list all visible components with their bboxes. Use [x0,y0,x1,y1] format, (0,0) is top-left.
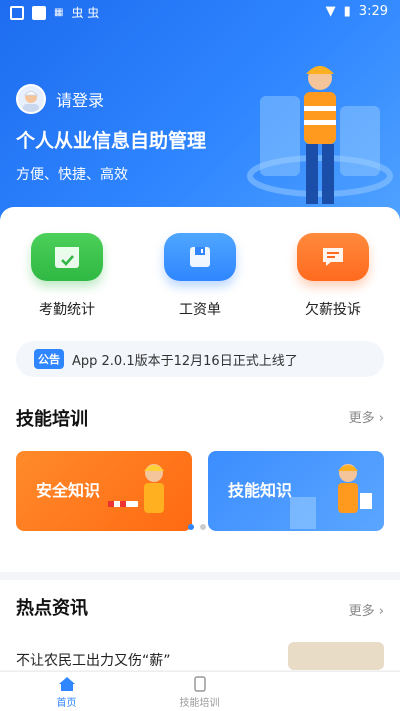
tab-skills-training[interactable]: 技能培训 [133,672,266,711]
login-label: 请登录 [56,91,105,110]
page-title: 个人从业信息自助管理 [16,130,207,152]
wage-complaint-label: 欠薪投诉 [305,302,361,318]
news-title: 热点资讯 [16,598,88,619]
tab-skills-label: 技能培训 [179,698,220,709]
complaint-icon [297,233,369,281]
page-subtitle: 方便、快捷、高效 [16,167,128,183]
skills-more-label: 更多 [348,411,375,426]
news-more-link[interactable]: 更多 › [349,600,384,619]
announcement-text: App 2.0.1版本于12月16日正式上线了 [72,353,298,369]
news-section: 热点资讯 更多 › 不让农民工出力又伤“薪” [0,580,400,670]
skills-title: 技能培训 [16,409,88,430]
announcement-bar[interactable]: 公告 App 2.0.1版本于12月16日正式上线了 [16,341,384,377]
login-entry[interactable]: 请登录 [16,84,104,114]
carousel-dots [188,524,206,530]
tab-home-label: 首页 [56,698,77,709]
payslip-button[interactable]: 工资单 [140,233,260,319]
safety-knowledge-banner[interactable]: 安全知识 [16,451,192,531]
hero-banner: ▦ 虫 虫 ▼ ▮ 3:29 请登录 个人从业信息自助管理 方便、快捷、高效 [0,0,400,240]
wallet-icon [164,233,236,281]
skills-more-link[interactable]: 更多 › [349,407,384,426]
carousel-dot[interactable] [200,524,206,530]
tab-home[interactable]: 首页 [0,672,133,711]
attendance-label: 考勤统计 [39,302,95,318]
bottom-tab-bar: 首页 技能培训 [0,671,400,711]
worker-illustration [247,66,393,204]
notification-icon [10,5,24,20]
avatar [16,84,46,114]
notification-icon [32,5,46,20]
battery-icon: ▮ [343,4,351,19]
chevron-right-icon: › [378,604,384,619]
quick-actions-card: 考勤统计 工资单 欠薪投诉 公告 App 2.0.1版本于12月16日正式上线了 [0,207,400,391]
status-bar: ▦ 虫 虫 ▼ ▮ 3:29 [0,0,400,24]
wifi-icon: ▼ [325,4,336,19]
news-more-label: 更多 [348,604,375,619]
calendar-check-icon [31,233,103,281]
carousel-dot[interactable] [188,524,194,530]
book-icon [193,676,206,692]
skills-section: 技能培训 更多 › 安全知识 技能知识 [0,391,400,572]
worker-illustration [108,464,164,513]
skill-knowledge-label: 技能知识 [228,481,293,500]
wage-complaint-button[interactable]: 欠薪投诉 [273,233,393,319]
payslip-label: 工资单 [179,302,221,318]
status-time: 3:29 [358,4,388,19]
announcement-tag: 公告 [34,349,64,369]
chevron-right-icon: › [378,411,384,426]
app-icon: ▦ [54,7,64,18]
attendance-button[interactable]: 考勤统计 [7,233,127,319]
safety-knowledge-label: 安全知识 [36,481,101,500]
app-icon: 虫 虫 [71,6,100,20]
news-item-title[interactable]: 不让农民工出力又伤“薪” [16,650,171,670]
worker-illustration [290,464,372,529]
home-icon [58,677,75,691]
news-thumbnail[interactable] [288,642,384,670]
skill-knowledge-banner[interactable]: 技能知识 [208,451,384,531]
